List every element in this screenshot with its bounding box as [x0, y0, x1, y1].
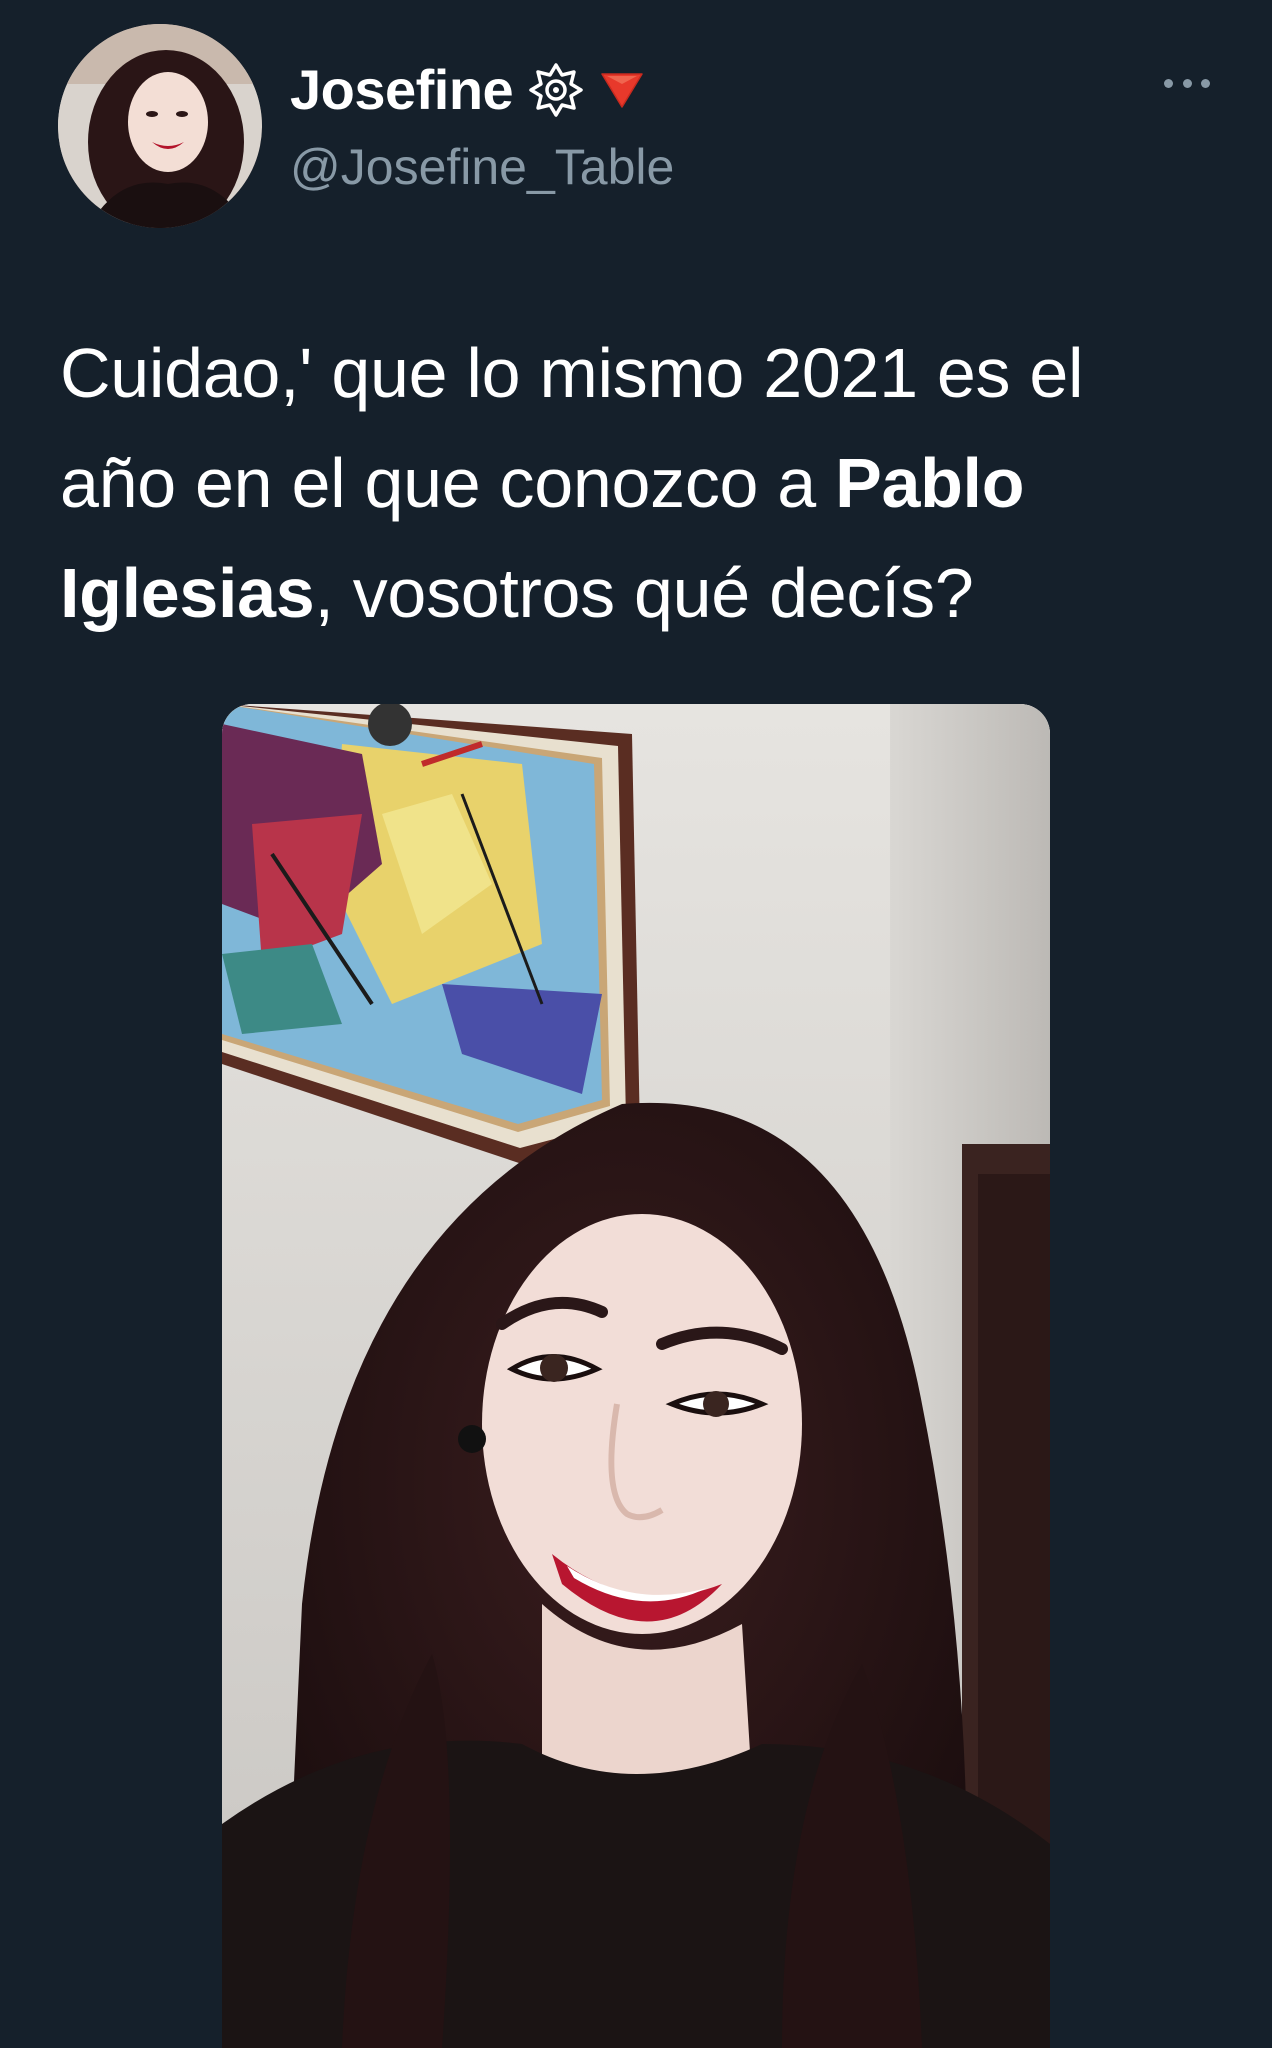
avatar[interactable]: [58, 24, 262, 228]
more-options-icon[interactable]: [1164, 76, 1210, 90]
user-handle[interactable]: @Josefine_Table: [290, 132, 674, 202]
name-row: Josefine: [290, 50, 674, 130]
red-triangle-icon: [599, 70, 645, 110]
display-name[interactable]: Josefine: [290, 50, 514, 130]
author-block: Josefine @Josefine_Table: [290, 50, 674, 202]
tweet-text: Cuidao,' que lo mismo 2021 es el año en …: [60, 318, 1210, 648]
tweet-photo[interactable]: [222, 704, 1050, 2048]
tweet-text-part: , vosotros qué decís?: [314, 554, 974, 632]
tweet-card: Josefine @Josefine_Table Cuidao,' que lo…: [0, 0, 1272, 2048]
sun-badge-icon: [527, 61, 585, 119]
